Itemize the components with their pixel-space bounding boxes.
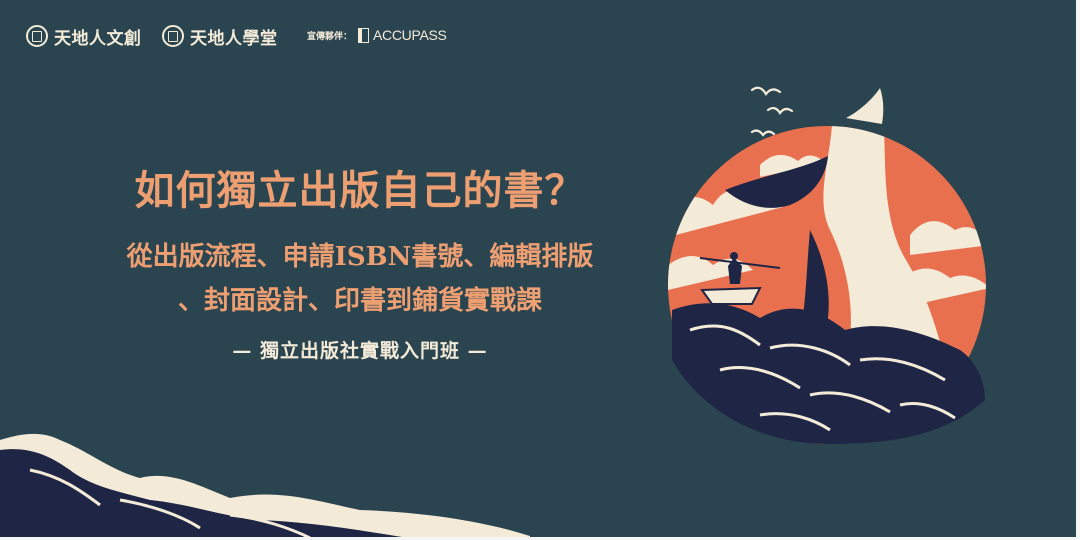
whale-fin-tip xyxy=(846,88,884,124)
seagull-icons xyxy=(750,86,794,137)
whale-illustration xyxy=(0,86,986,540)
course-banner: 天地人文創 天地人學堂 宣傳夥伴： ACCUPASS 如何獨立出版自己的書？ 從… xyxy=(0,0,1080,540)
right-edge xyxy=(1076,0,1080,540)
